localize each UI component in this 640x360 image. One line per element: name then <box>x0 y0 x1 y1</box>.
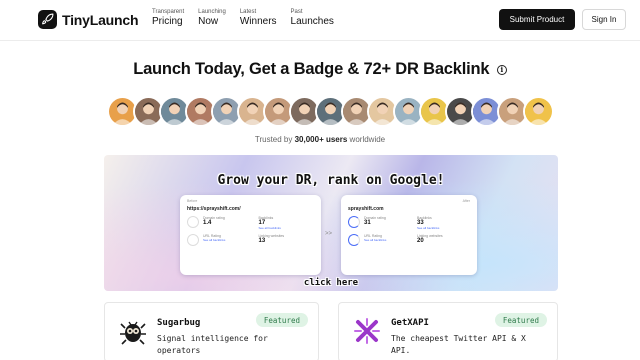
product-card-sugarbug[interactable]: Sugarbug Signal intelligence for operato… <box>104 302 319 360</box>
banner-headline: Grow your DR, rank on Google! <box>217 173 445 188</box>
getxapi-logo-icon <box>352 316 382 346</box>
nav-item-pricing[interactable]: Transparent Pricing <box>152 9 184 27</box>
mock-row: URL Rating See all backlinks Linking web… <box>348 234 470 246</box>
nav-kicker: Latest <box>239 9 257 15</box>
product-name: Sugarbug <box>157 318 201 328</box>
promo-banner[interactable]: Grow your DR, rank on Google! Before htt… <box>104 155 558 291</box>
mock-value: 20 <box>417 238 424 244</box>
ur-ring-icon <box>348 234 360 246</box>
mock-tag: Before <box>187 199 198 203</box>
trusted-prefix: Trusted by <box>254 135 293 144</box>
nav-item-winners[interactable]: Latest Winners <box>240 9 277 27</box>
product-name: GetXAPI <box>391 318 429 328</box>
mock-row: URL Rating See all backlinks Linking web… <box>187 234 314 246</box>
mock-col: URL Rating See all backlinks <box>203 234 259 242</box>
mock-col: Backlinks 17 See all backlinks <box>259 216 315 230</box>
nav-item-now[interactable]: Launching Now <box>198 9 226 27</box>
trusted-count: 30,000+ users <box>294 135 348 144</box>
nav-label: Pricing <box>152 16 183 27</box>
dr-ring-icon <box>187 216 199 228</box>
nav-kicker: Transparent <box>152 9 185 15</box>
featured-badge: Featured <box>255 313 308 327</box>
dr-ring-icon <box>348 216 360 228</box>
info-icon[interactable]: i <box>496 64 507 75</box>
page-title: Launch Today, Get a Badge & 72+ DR Backl… <box>133 60 490 78</box>
nav-label: Now <box>198 16 219 27</box>
main-nav: Transparent Pricing Launching Now Latest… <box>152 9 334 27</box>
nav-kicker: Past <box>290 9 303 15</box>
ur-ring-icon <box>187 234 199 246</box>
mock-value: 1.4 <box>203 220 212 226</box>
hero-title-row: Launch Today, Get a Badge & 72+ DR Backl… <box>0 60 640 79</box>
mock-col: Linking websites 20 <box>417 234 470 244</box>
featured-badge: Featured <box>494 313 547 327</box>
mock-link: See all backlinks <box>203 238 226 242</box>
mock-col: Backlinks 33 See all backlinks <box>417 216 470 230</box>
nav-kicker: Launching <box>198 9 226 15</box>
sign-in-button[interactable]: Sign In <box>582 9 626 30</box>
nav-item-launches[interactable]: Past Launches <box>291 9 334 27</box>
mock-value: 31 <box>364 220 371 226</box>
user-avatars <box>107 96 554 128</box>
sugarbug-logo-icon <box>118 316 148 346</box>
nav-label: Winners <box>239 16 277 27</box>
product-description: Signal intelligence for operators <box>157 334 268 355</box>
mock-col: Domain rating 1.4 <box>203 216 259 226</box>
mock-link: See all backlinks <box>364 238 387 242</box>
stats-card-after: After sprayshift.com Domain rating 31 Ba… <box>341 195 477 275</box>
brand-name: TinyLaunch <box>62 11 139 28</box>
mock-col: Linking websites 13 <box>259 234 315 244</box>
submit-product-button[interactable]: Submit Product <box>499 9 575 30</box>
product-card-getxapi[interactable]: GetXAPI The cheapest Twitter API & X API… <box>338 302 558 360</box>
avatar <box>523 96 554 127</box>
trusted-suffix: worldwide <box>349 135 386 144</box>
mock-col: Domain rating 31 <box>364 216 417 226</box>
trusted-by-text: Trusted by 30,000+ users worldwide <box>0 135 640 144</box>
mock-tag: After <box>462 199 470 203</box>
mock-row: Domain rating 31 Backlinks 33 See all ba… <box>348 216 470 230</box>
banner-cta-link[interactable]: click here <box>104 278 558 288</box>
stats-card-before: Before https://sprayshift.com/ Domain ra… <box>180 195 321 275</box>
mock-url: https://sprayshift.com/ <box>187 206 241 212</box>
rocket-icon <box>38 10 57 29</box>
nav-label: Launches <box>290 16 334 27</box>
mock-col: URL Rating See all backlinks <box>364 234 417 242</box>
top-header: TinyLaunch Transparent Pricing Launching… <box>0 0 640 41</box>
mock-row: Domain rating 1.4 Backlinks 17 See all b… <box>187 216 314 230</box>
brand-logo[interactable]: TinyLaunch <box>38 10 139 29</box>
mock-value: 13 <box>258 238 266 244</box>
mock-link: See all backlinks <box>417 226 440 230</box>
mock-url: sprayshift.com <box>348 206 384 212</box>
arrow-icon: >> <box>325 231 333 237</box>
mock-link: See all backlinks <box>258 226 281 230</box>
product-description: The cheapest Twitter API & X API. <box>391 334 526 355</box>
